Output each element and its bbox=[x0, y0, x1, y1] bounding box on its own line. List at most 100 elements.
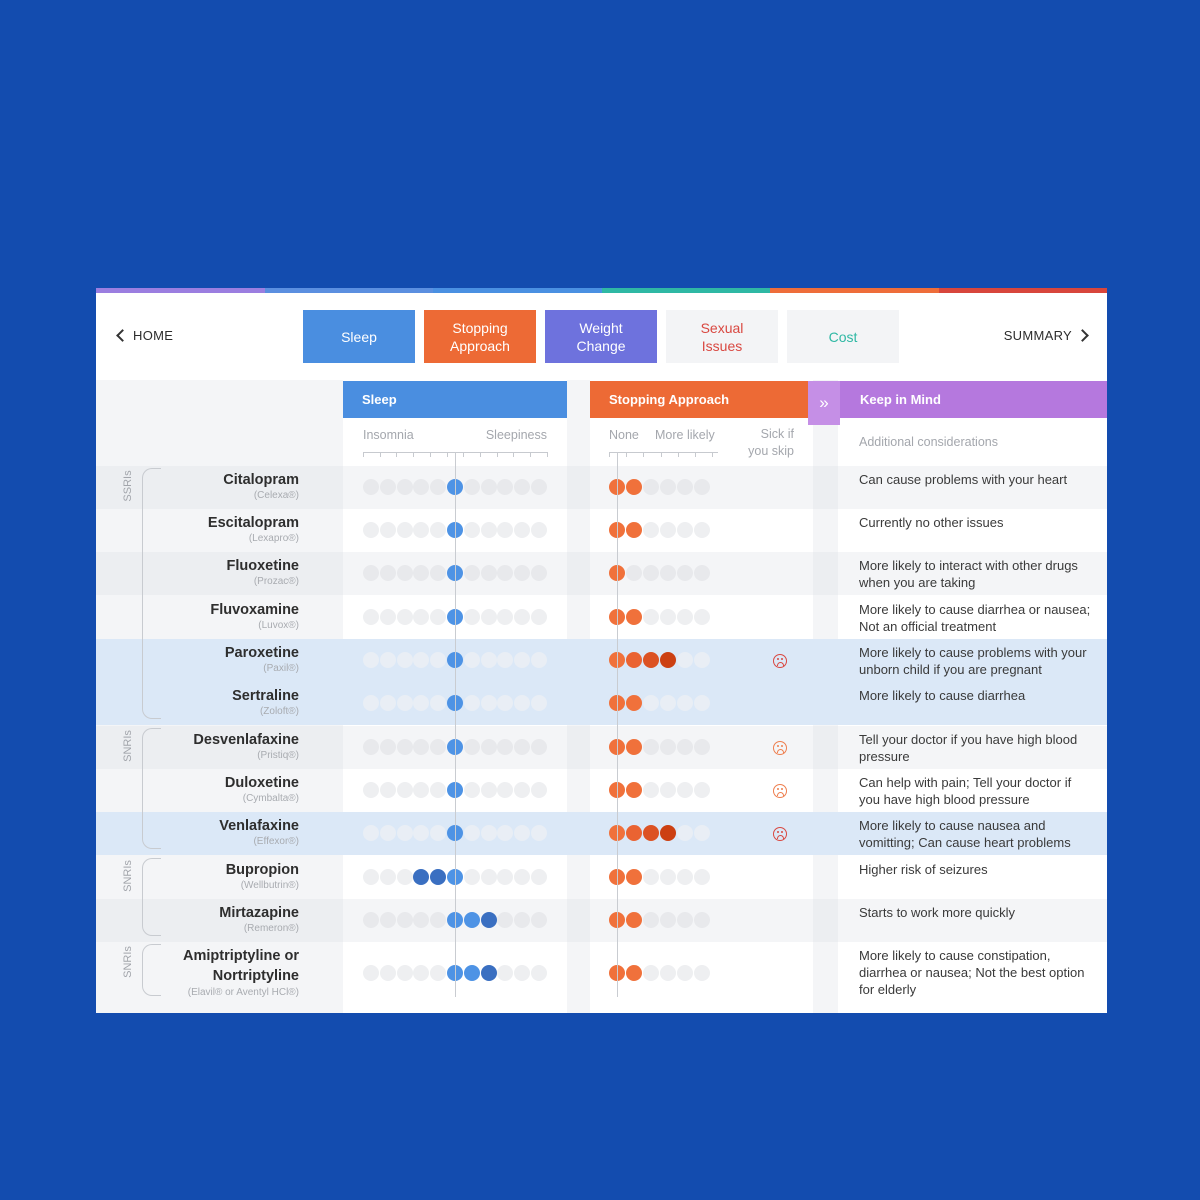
stopping-dot bbox=[626, 782, 642, 798]
stopping-axis-tick bbox=[660, 452, 662, 457]
expand-button[interactable]: » bbox=[808, 381, 840, 425]
stopping-dot bbox=[677, 565, 693, 581]
stopping-dot bbox=[694, 609, 710, 625]
keep-in-mind-note: Currently no other issues bbox=[859, 515, 1004, 530]
tab-label: Weight Change bbox=[576, 319, 626, 354]
stopping-dot bbox=[694, 825, 710, 841]
topbar-segment bbox=[770, 288, 939, 293]
drug-row: Amiptriptyline or Nortriptyline (Elavil® … bbox=[96, 942, 1107, 1002]
sleep-dot bbox=[396, 825, 413, 841]
sleep-dot bbox=[379, 965, 396, 981]
tab-sexual-issues[interactable]: Sexual Issues bbox=[666, 310, 778, 363]
sleep-dot bbox=[379, 869, 396, 885]
drug-name: Escitalopram bbox=[207, 515, 299, 531]
sleep-dot bbox=[363, 479, 379, 495]
sleep-dot bbox=[463, 565, 480, 581]
tab-sleep[interactable]: Sleep bbox=[303, 310, 415, 363]
sleep-dot bbox=[531, 609, 547, 625]
stopping-dot bbox=[643, 825, 659, 841]
drug-name: Venlafaxine bbox=[219, 818, 299, 834]
stopping-axis-low-label: None bbox=[609, 428, 639, 442]
sleep-dot bbox=[363, 782, 379, 798]
stopping-axis-high-label: More likely bbox=[655, 428, 715, 442]
drug-label: Fluoxetine (Prozac®) bbox=[96, 557, 299, 589]
home-link[interactable]: HOME bbox=[116, 328, 173, 343]
stopping-dot bbox=[643, 652, 659, 668]
stopping-dot bbox=[626, 825, 642, 841]
keep-in-mind-column-title: Keep in Mind bbox=[860, 392, 941, 407]
stopping-dot bbox=[677, 479, 693, 495]
stopping-dot bbox=[677, 912, 693, 928]
stopping-dot bbox=[626, 652, 642, 668]
sleep-dot bbox=[480, 565, 497, 581]
stopping-dot bbox=[660, 739, 676, 755]
stopping-dot bbox=[643, 739, 659, 755]
sleep-dot bbox=[463, 652, 480, 668]
sad-face-icon bbox=[773, 654, 787, 668]
sleep-dot bbox=[396, 912, 413, 928]
stopping-dot bbox=[643, 522, 659, 538]
sleep-dot bbox=[396, 522, 413, 538]
stopping-dot bbox=[677, 782, 693, 798]
row-gap-background bbox=[813, 596, 838, 639]
drug-brand: (Luvox®) bbox=[258, 620, 299, 631]
stopping-dot bbox=[677, 522, 693, 538]
drug-row: Mirtazapine (Remeron®) Starts to work more… bbox=[96, 899, 1107, 942]
stopping-dot bbox=[643, 479, 659, 495]
tab-weight-change[interactable]: Weight Change bbox=[545, 310, 657, 363]
row-gap-background bbox=[813, 769, 838, 812]
sleep-dot bbox=[396, 652, 413, 668]
stopping-baseline bbox=[617, 452, 618, 997]
row-gap-background bbox=[567, 596, 590, 639]
stopping-dot bbox=[694, 965, 710, 981]
sleep-dot bbox=[379, 912, 396, 928]
topbar-segment bbox=[433, 288, 602, 293]
stopping-dot bbox=[660, 565, 676, 581]
row-gap-background bbox=[813, 726, 838, 769]
sleep-axis-tick bbox=[396, 452, 398, 457]
group-label: SSRIs bbox=[122, 470, 134, 502]
drug-label: Venlafaxine (Effexor®) bbox=[96, 817, 299, 849]
drug-row: Paroxetine (Paxil®) More likely to cause p… bbox=[96, 639, 1107, 682]
stopping-dot bbox=[660, 609, 676, 625]
sad-face-icon bbox=[773, 741, 787, 755]
sleep-axis-tick bbox=[379, 452, 381, 457]
sleep-dot bbox=[531, 565, 547, 581]
stopping-dot bbox=[694, 522, 710, 538]
drug-row: Fluvoxamine (Luvox®) More likely to cause … bbox=[96, 596, 1107, 639]
keep-in-mind-note: Tell your doctor if you have high blood … bbox=[859, 732, 1078, 764]
summary-label: SUMMARY bbox=[1003, 328, 1072, 343]
sleep-dot bbox=[363, 609, 379, 625]
stopping-dot bbox=[626, 739, 642, 755]
sleep-column-header: Sleep bbox=[343, 381, 567, 418]
stopping-dot bbox=[660, 782, 676, 798]
sleep-dot bbox=[363, 869, 379, 885]
stopping-axis-tick bbox=[677, 452, 679, 457]
sleep-dot bbox=[363, 695, 379, 711]
drug-name: Amiptriptyline or Nortriptyline bbox=[182, 948, 299, 984]
sleep-dot bbox=[480, 782, 497, 798]
sleep-dot bbox=[531, 695, 547, 711]
summary-link[interactable]: SUMMARY bbox=[1003, 328, 1089, 343]
drug-brand: (Paxil®) bbox=[263, 663, 299, 674]
group-brace bbox=[142, 728, 161, 849]
sleep-dot bbox=[396, 695, 413, 711]
drug-brand: (Zoloft®) bbox=[259, 706, 299, 717]
sleep-dot bbox=[463, 912, 480, 928]
tab-cost[interactable]: Cost bbox=[787, 310, 899, 363]
sleep-dot bbox=[480, 479, 497, 495]
drug-row: Escitalopram (Lexapro®) Currently no other… bbox=[96, 509, 1107, 552]
stopping-dot bbox=[660, 652, 676, 668]
stopping-dot bbox=[643, 869, 659, 885]
sleep-dot bbox=[463, 695, 480, 711]
drug-brand: (Elavil® or Aventyl HCl®) bbox=[187, 987, 299, 998]
stopping-dot bbox=[694, 479, 710, 495]
stopping-dot bbox=[660, 479, 676, 495]
group-label: SNRIs bbox=[122, 860, 134, 892]
sad-face-icon bbox=[773, 784, 787, 798]
row-gap-background bbox=[567, 899, 590, 942]
row-gap-background bbox=[567, 509, 590, 552]
stopping-dot bbox=[643, 782, 659, 798]
stopping-column-title: Stopping Approach bbox=[609, 392, 730, 407]
tab-stopping-approach[interactable]: Stopping Approach bbox=[424, 310, 536, 363]
